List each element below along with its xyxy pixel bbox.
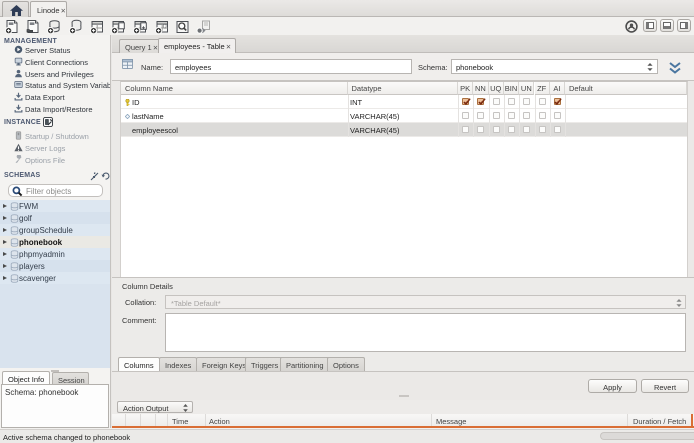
svg-text:(): () [163, 23, 167, 29]
